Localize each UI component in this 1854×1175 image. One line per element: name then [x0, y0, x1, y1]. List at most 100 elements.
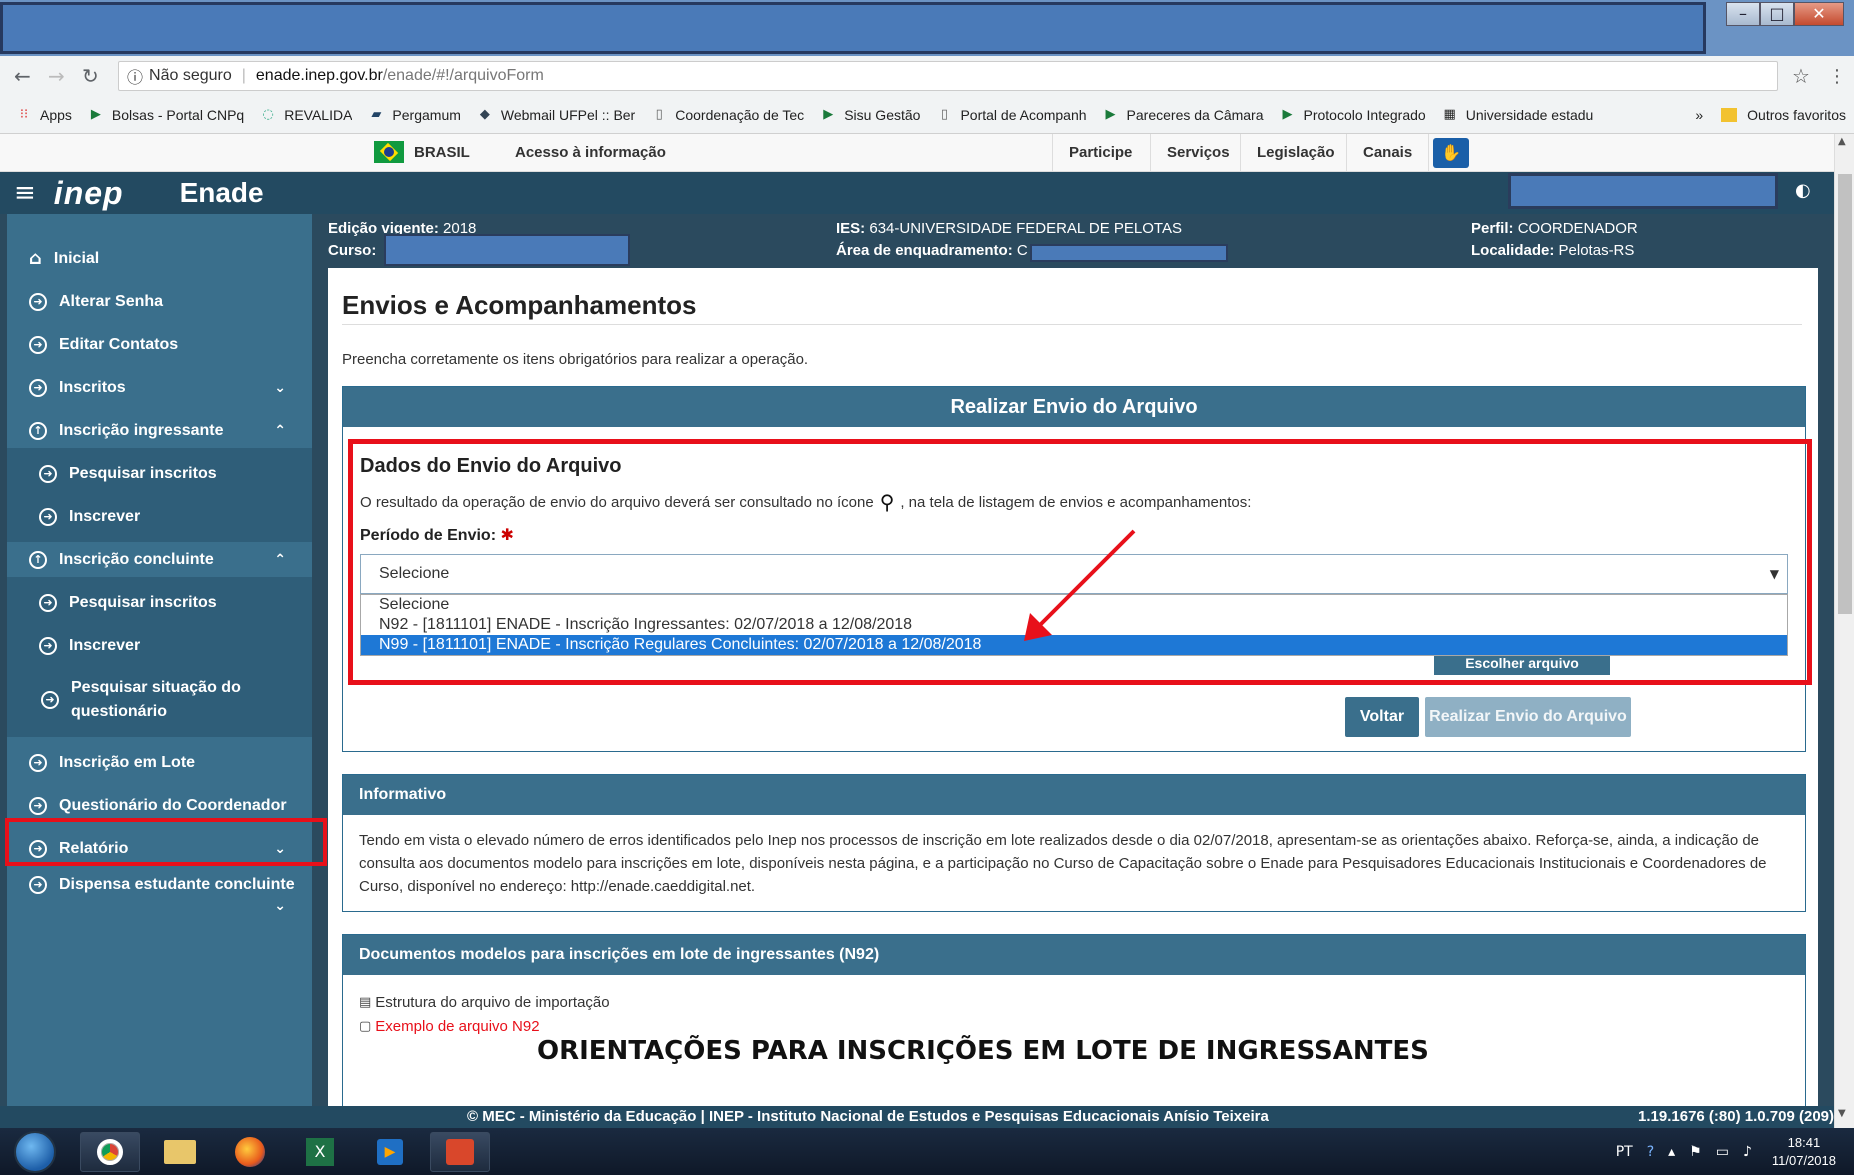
- logo-area: ≡ inep Enade: [0, 172, 312, 214]
- bookmark-item[interactable]: ▶ Sisu Gestão: [820, 107, 920, 123]
- footer-version: 1.19.1676 (:80) 1.0.709 (209): [1638, 1108, 1834, 1125]
- bookmark-item[interactable]: ▶ Protocolo Integrado: [1280, 107, 1426, 123]
- divider: [342, 324, 1802, 325]
- scroll-thumb[interactable]: [1838, 174, 1852, 614]
- flag-icon[interactable]: ⚑: [1689, 1144, 1702, 1160]
- app-icon[interactable]: [430, 1132, 490, 1172]
- bookmark-item[interactable]: ▰ Pergamum: [368, 107, 460, 123]
- menu-kebab-icon[interactable]: ⋮: [1828, 66, 1846, 87]
- bookmark-item[interactable]: ▶ Bolsas - Portal CNPq: [88, 107, 244, 123]
- content-panel: Envios e Acompanhamentos Preencha corret…: [328, 268, 1818, 1114]
- gov-bar: BRASIL Acesso à informação Participe Ser…: [0, 134, 1834, 172]
- acesso-informacao-link[interactable]: Acesso à informação: [515, 144, 666, 161]
- taskbar: X ▶ PT ? ▴ ⚑ ▭ ♪ 18:41 11/07/2018: [0, 1128, 1854, 1175]
- arrow-circle-icon: ➜: [39, 464, 57, 483]
- info-icon[interactable]: ⓘ: [127, 64, 143, 88]
- sidebar-item-dispensa[interactable]: ➜ Dispensa estudante concluinte ⌄: [7, 866, 312, 926]
- firefox-icon[interactable]: [220, 1132, 280, 1172]
- bookmark-star-icon[interactable]: ☆: [1792, 64, 1810, 88]
- system-tray: PT ? ▴ ⚑ ▭ ♪ 18:41 11/07/2018: [1616, 1128, 1836, 1175]
- arrow-circle-icon: ➜: [29, 292, 47, 311]
- mail-icon: ◆: [479, 106, 490, 122]
- bookmark-apps[interactable]: ⁝⁝ Apps: [16, 107, 72, 123]
- redacted-user[interactable]: [1508, 173, 1778, 209]
- realizar-envio-button[interactable]: Realizar Envio do Arquivo: [1425, 697, 1631, 737]
- media-player-icon[interactable]: ▶: [360, 1132, 420, 1172]
- other-bookmarks[interactable]: Outros favoritos: [1747, 107, 1846, 123]
- arrow-up-circle-icon: ↑: [29, 550, 47, 569]
- bookmark-icon: ▶: [823, 106, 834, 122]
- bookmark-icon: ▶: [90, 106, 101, 122]
- start-button[interactable]: [14, 1131, 56, 1173]
- gov-link-servicos[interactable]: Serviços: [1150, 134, 1246, 171]
- redacted-curso: [384, 234, 630, 266]
- redacted-title: [0, 2, 1706, 54]
- loading-icon: ◌: [262, 106, 274, 122]
- help-icon[interactable]: ?: [1647, 1144, 1654, 1160]
- clock[interactable]: 18:41 11/07/2018: [1772, 1134, 1836, 1170]
- contrast-icon[interactable]: ◐: [1795, 180, 1811, 201]
- voltar-button[interactable]: Voltar: [1345, 697, 1419, 737]
- bookmark-item[interactable]: ▶ Pareceres da Câmara: [1103, 107, 1264, 123]
- close-button[interactable]: ✕: [1794, 2, 1844, 26]
- estrutura-link[interactable]: ▤ Estrutura do arquivo de importação: [359, 991, 1789, 1015]
- url-path: /enade/#!/arquivoForm: [382, 67, 544, 84]
- arrow-circle-icon: ➜: [29, 796, 47, 815]
- gov-link-canais[interactable]: Canais: [1346, 134, 1430, 171]
- envio-header: Realizar Envio do Arquivo: [343, 387, 1805, 427]
- reload-icon[interactable]: ↻: [82, 64, 102, 88]
- app-header: ≡ inep Enade ◐: [0, 172, 1834, 214]
- page-title: Envios e Acompanhamentos: [342, 290, 697, 320]
- home-icon: ⌂: [29, 248, 42, 269]
- bookmark-item[interactable]: ▦ Universidade estadu: [1442, 107, 1594, 123]
- redacted-area: [1030, 244, 1228, 262]
- app-title: Enade: [179, 177, 264, 208]
- maximize-button[interactable]: □: [1760, 2, 1794, 26]
- tray-expand-icon[interactable]: ▴: [1668, 1144, 1675, 1160]
- scroll-up-icon[interactable]: ▲: [1838, 136, 1846, 147]
- documentos-list: ▤ Estrutura do arquivo de importação ▢ Exe…: [343, 975, 1805, 1039]
- file-explorer-icon[interactable]: [150, 1132, 210, 1172]
- accessibility-hand-icon[interactable]: ✋: [1433, 138, 1469, 168]
- grid-icon: ▦: [1443, 106, 1456, 122]
- course-info-bar: Edição vigente: 2018 Curso: IES: 634-UNI…: [328, 218, 1828, 270]
- bookmark-item[interactable]: ▯ Portal de Acompanh: [936, 107, 1087, 123]
- pdf-file-icon: ▤: [359, 995, 372, 1010]
- scroll-down-icon[interactable]: ▼: [1838, 1108, 1846, 1119]
- network-icon[interactable]: ▭: [1716, 1144, 1729, 1160]
- bookmark-item[interactable]: ◆ Webmail UFPel :: Ber: [477, 107, 635, 123]
- bookmark-item[interactable]: ▯ Coordenação de Tec: [651, 107, 805, 123]
- book-icon: ▰: [371, 106, 382, 122]
- excel-icon[interactable]: X: [290, 1132, 350, 1172]
- page-scrollbar[interactable]: ▲ ▼: [1834, 134, 1854, 1128]
- arrow-circle-icon: ➜: [39, 507, 57, 526]
- url-input[interactable]: ⓘ Não seguro | enade.inep.gov.br/enade/#…: [118, 61, 1778, 91]
- arrow-circle-icon: ➜: [39, 636, 57, 655]
- info-col-right: Perfil: COORDENADOR Localidade: Pelotas-…: [1471, 220, 1638, 259]
- language-indicator[interactable]: PT: [1616, 1144, 1633, 1160]
- gov-link-legislacao[interactable]: Legislação: [1240, 134, 1351, 171]
- bookmark-item[interactable]: ◌ REVALIDA: [260, 106, 353, 123]
- back-icon[interactable]: ←: [14, 64, 34, 88]
- gov-link-participe[interactable]: Participe: [1052, 134, 1148, 171]
- bookmarks-overflow[interactable]: » Outros favoritos: [1695, 107, 1846, 123]
- arrow-circle-icon: ➜: [29, 378, 47, 397]
- address-bar: ← → ↻ ⓘ Não seguro | enade.inep.gov.br/e…: [0, 56, 1854, 96]
- volume-icon[interactable]: ♪: [1743, 1144, 1752, 1160]
- highlight-annotation: [5, 818, 327, 866]
- file-icon: ▢: [359, 1019, 372, 1034]
- minimize-button[interactable]: –: [1726, 2, 1760, 26]
- inep-logo: inep: [53, 174, 124, 211]
- bookmark-icon: ▶: [1105, 106, 1116, 122]
- annotation-arrow-icon: [1024, 529, 1136, 641]
- window-titlebar: – □ ✕: [0, 0, 1854, 56]
- orientacoes-title: ORIENTAÇÕES PARA INSCRIÇÕES EM LOTE DE I…: [537, 1036, 1429, 1066]
- chrome-icon[interactable]: [80, 1132, 140, 1172]
- footer: © MEC - Ministério da Educação | INEP - …: [0, 1106, 1834, 1128]
- instructions-text: Preencha corretamente os itens obrigatór…: [342, 351, 809, 368]
- forward-icon[interactable]: →: [48, 64, 68, 88]
- brasil-link[interactable]: BRASIL: [374, 141, 470, 163]
- hamburger-menu-icon[interactable]: ≡: [14, 178, 36, 208]
- sidebar-item-pesquisar-situacao[interactable]: ➜ Pesquisar situação do questionário: [7, 663, 312, 737]
- brazil-flag-icon: [374, 141, 404, 163]
